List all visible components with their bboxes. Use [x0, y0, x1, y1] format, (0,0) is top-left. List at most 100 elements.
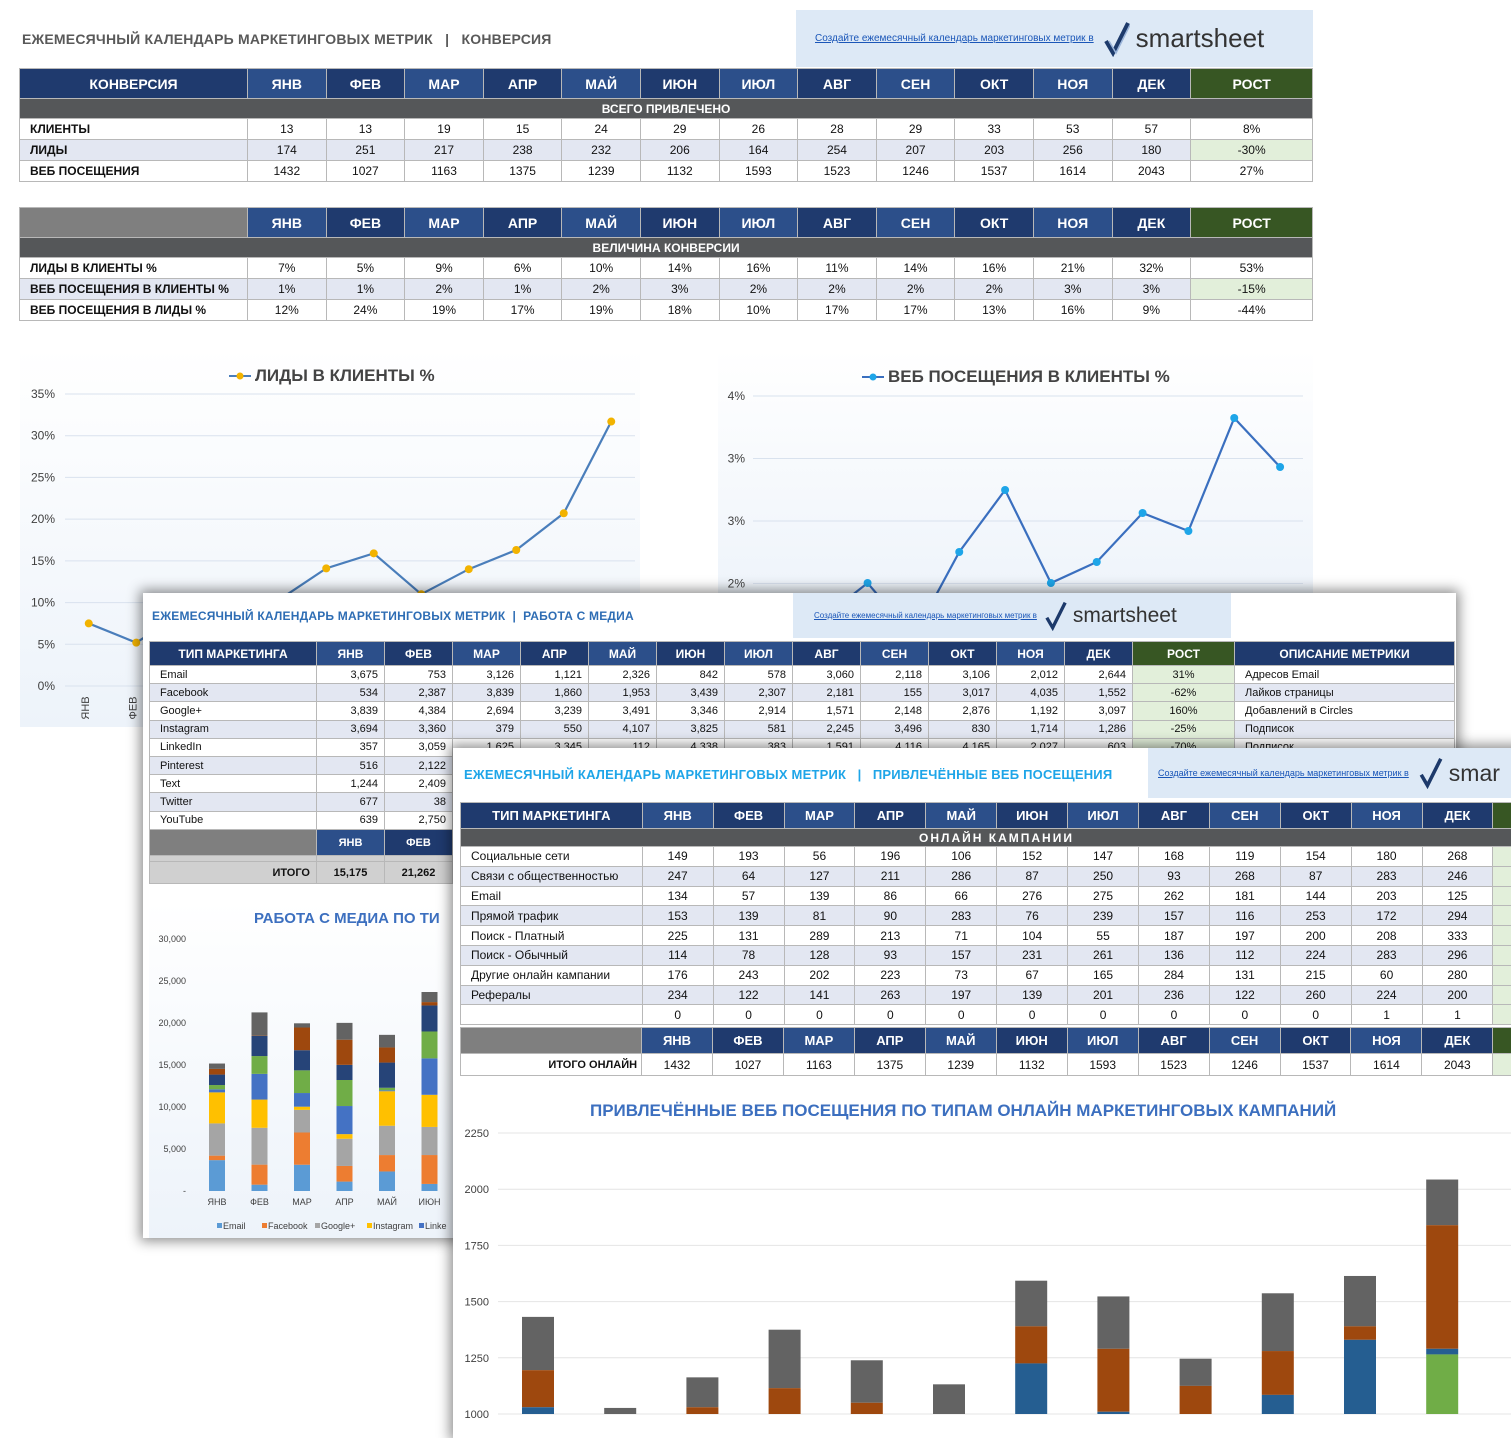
table-cell[interactable]: 24% — [326, 300, 405, 321]
corner-header[interactable] — [20, 208, 248, 238]
sheet3-smartsheet-banner[interactable]: Создайте ежемесячный календарь маркетинг… — [1148, 748, 1511, 798]
growth-cell[interactable]: -15% — [1191, 279, 1313, 300]
table-cell[interactable]: 2043 — [1112, 161, 1191, 182]
table-cell[interactable]: 26 — [719, 119, 798, 140]
table-cell[interactable]: 157 — [1139, 906, 1210, 926]
month-header[interactable]: ИЮЛ — [719, 69, 798, 99]
table-cell[interactable]: 57 — [713, 886, 784, 906]
row-label[interactable]: Другие онлайн кампании — [461, 965, 643, 985]
table-cell[interactable]: 2% — [405, 279, 484, 300]
growth-cell[interactable]: 8% — [1191, 119, 1313, 140]
month-header[interactable]: СЕН — [876, 208, 955, 238]
table-cell[interactable]: 18% — [640, 300, 719, 321]
table-cell[interactable]: 193 — [713, 847, 784, 867]
growth-cell[interactable] — [1493, 847, 1511, 867]
month-header[interactable]: ОКТ — [1280, 1028, 1351, 1054]
table-cell[interactable]: 78 — [713, 945, 784, 965]
table-cell[interactable]: 116 — [1209, 906, 1280, 926]
table-cell[interactable]: 67 — [997, 965, 1068, 985]
table-cell[interactable]: 3% — [1112, 279, 1191, 300]
table-cell[interactable]: 2% — [955, 279, 1034, 300]
table-cell[interactable]: 215 — [1280, 965, 1351, 985]
month-header[interactable]: ФЕВ — [385, 830, 453, 856]
table-cell[interactable]: 53 — [1033, 119, 1112, 140]
total-cell[interactable]: 1614 — [1351, 1054, 1422, 1076]
table-cell[interactable]: 2% — [798, 279, 877, 300]
table-cell[interactable]: 211 — [855, 866, 926, 886]
row-label[interactable]: ВЕБ ПОСЕЩЕНИЯ — [20, 161, 248, 182]
table-cell[interactable]: 139 — [997, 985, 1068, 1005]
month-header[interactable]: ИЮН — [640, 69, 719, 99]
table-cell[interactable]: 3,439 — [657, 684, 725, 702]
table-cell[interactable]: 206 — [640, 140, 719, 161]
table-cell[interactable]: 0 — [642, 1005, 713, 1025]
total-label[interactable]: ИТОГО ОНЛАЙН — [461, 1054, 642, 1076]
table-cell[interactable]: 64 — [713, 866, 784, 886]
row-label[interactable]: Twitter — [150, 793, 317, 811]
table-cell[interactable]: 208 — [1351, 926, 1422, 946]
month-header[interactable]: ИЮЛ — [1067, 1028, 1138, 1054]
table-cell[interactable]: 144 — [1280, 886, 1351, 906]
table-cell[interactable]: 28 — [798, 119, 877, 140]
table-cell[interactable]: 9% — [1112, 300, 1191, 321]
table-cell[interactable]: 131 — [713, 926, 784, 946]
table-cell[interactable]: 4,107 — [589, 720, 657, 738]
table-cell[interactable]: 0 — [784, 1005, 855, 1025]
table-cell[interactable]: 2,012 — [997, 666, 1065, 684]
table-cell[interactable]: 1537 — [955, 161, 1034, 182]
month-header[interactable]: АВГ — [798, 208, 877, 238]
table-cell[interactable]: 3% — [1033, 279, 1112, 300]
month-header[interactable]: СЕН — [876, 69, 955, 99]
table-cell[interactable]: 578 — [725, 666, 793, 684]
table-cell[interactable]: 1523 — [798, 161, 877, 182]
month-header[interactable]: НОЯ — [1351, 803, 1422, 829]
table-cell[interactable]: 197 — [1209, 926, 1280, 946]
section-header[interactable]: ВЕЛИЧИНА КОНВЕРСИИ — [20, 238, 1313, 258]
total-cell[interactable]: 1593 — [1067, 1054, 1138, 1076]
description-header[interactable]: ОПИСАНИЕ МЕТРИКИ — [1235, 642, 1455, 666]
table-cell[interactable]: 283 — [1351, 866, 1422, 886]
table-cell[interactable]: 200 — [1422, 985, 1493, 1005]
growth-cell[interactable]: 53% — [1191, 258, 1313, 279]
growth-cell[interactable] — [1493, 1054, 1511, 1076]
month-header[interactable]: АПР — [521, 642, 589, 666]
month-header[interactable]: АПР — [854, 1028, 925, 1054]
table-cell[interactable]: 236 — [1139, 985, 1210, 1005]
table-cell[interactable]: 87 — [997, 866, 1068, 886]
month-header[interactable]: ФЕВ — [326, 69, 405, 99]
table-cell[interactable]: 1,286 — [1065, 720, 1133, 738]
table-cell[interactable]: 180 — [1351, 847, 1422, 867]
table-cell[interactable]: 516 — [317, 756, 385, 774]
total-cell[interactable]: 1246 — [1209, 1054, 1280, 1076]
table-cell[interactable]: 294 — [1422, 906, 1493, 926]
table-cell[interactable]: 1,192 — [997, 702, 1065, 720]
table-cell[interactable]: 284 — [1139, 965, 1210, 985]
total-cell[interactable]: 1239 — [925, 1054, 996, 1076]
table-cell[interactable]: 0 — [1068, 1005, 1139, 1025]
table-cell[interactable]: 6% — [483, 258, 562, 279]
table-cell[interactable]: 3,059 — [385, 738, 453, 756]
table-cell[interactable]: 280 — [1422, 965, 1493, 985]
month-header[interactable]: АПР — [855, 803, 926, 829]
growth-header[interactable]: РОСТ — [1191, 69, 1313, 99]
month-header[interactable]: ЯНВ — [248, 208, 327, 238]
table-cell[interactable]: 152 — [997, 847, 1068, 867]
table-cell[interactable]: 197 — [926, 985, 997, 1005]
growth-cell[interactable]: 160% — [1133, 702, 1235, 720]
table-cell[interactable]: 2,245 — [793, 720, 861, 738]
row-label[interactable]: КЛИЕНТЫ — [20, 119, 248, 140]
table-cell[interactable]: 21% — [1033, 258, 1112, 279]
month-header[interactable]: АПР — [483, 208, 562, 238]
table-cell[interactable]: 3,106 — [929, 666, 997, 684]
month-header[interactable]: НОЯ — [1033, 208, 1112, 238]
month-header[interactable]: СЕН — [861, 642, 929, 666]
table-cell[interactable]: 2,326 — [589, 666, 657, 684]
table-cell[interactable]: 202 — [784, 965, 855, 985]
month-header[interactable]: ФЕВ — [713, 803, 784, 829]
table-cell[interactable]: 3,239 — [521, 702, 589, 720]
row-label[interactable]: Email — [461, 886, 643, 906]
table-cell[interactable]: 180 — [1112, 140, 1191, 161]
sheet2-cta-link[interactable]: Создайте ежемесячный календарь маркетинг… — [814, 611, 1037, 620]
row-label[interactable]: Email — [150, 666, 317, 684]
month-header[interactable]: ОКТ — [929, 642, 997, 666]
